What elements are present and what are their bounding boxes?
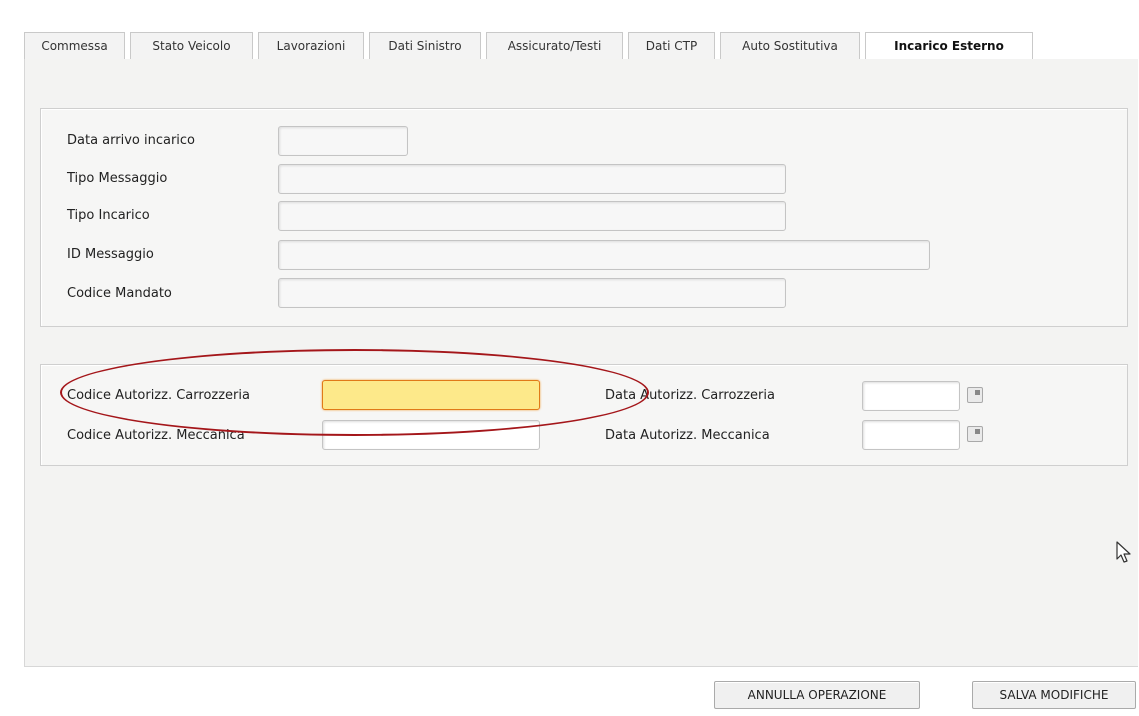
tab-lavorazioni[interactable]: Lavorazioni (258, 32, 364, 59)
data-meccanica-field[interactable] (862, 420, 960, 450)
mouse-cursor-icon (1116, 541, 1131, 563)
salva-modifiche-button[interactable]: SALVA MODIFICHE (972, 681, 1136, 709)
data-arrivo-label: Data arrivo incarico (67, 133, 196, 148)
annotation-ellipse (60, 349, 649, 436)
calendar-icon[interactable] (967, 426, 983, 442)
codice-mandato-label: Codice Mandato (67, 286, 172, 301)
tab-assicurato-testi[interactable]: Assicurato/Testi (486, 32, 623, 59)
tipo-messaggio-field[interactable] (278, 164, 786, 194)
tab-incarico-esterno[interactable]: Incarico Esterno (865, 32, 1033, 60)
calendar-icon[interactable] (967, 387, 983, 403)
annulla-operazione-button[interactable]: ANNULLA OPERAZIONE (714, 681, 920, 709)
data-carrozzeria-field[interactable] (862, 381, 960, 411)
tipo-messaggio-label: Tipo Messaggio (67, 171, 168, 186)
data-meccanica-label: Data Autorizz. Meccanica (605, 428, 770, 443)
tab-dati-ctp[interactable]: Dati CTP (628, 32, 715, 59)
id-messaggio-field[interactable] (278, 240, 930, 270)
id-messaggio-label: ID Messaggio (67, 247, 154, 262)
data-arrivo-field[interactable] (278, 126, 408, 156)
tab-commessa[interactable]: Commessa (24, 32, 125, 59)
tab-stato-veicolo[interactable]: Stato Veicolo (130, 32, 253, 59)
tab-auto-sostitutiva[interactable]: Auto Sostitutiva (720, 32, 860, 59)
tipo-incarico-field[interactable] (278, 201, 786, 231)
tipo-incarico-label: Tipo Incarico (67, 208, 150, 223)
codice-mandato-field[interactable] (278, 278, 786, 308)
tab-dati-sinistro[interactable]: Dati Sinistro (369, 32, 481, 59)
